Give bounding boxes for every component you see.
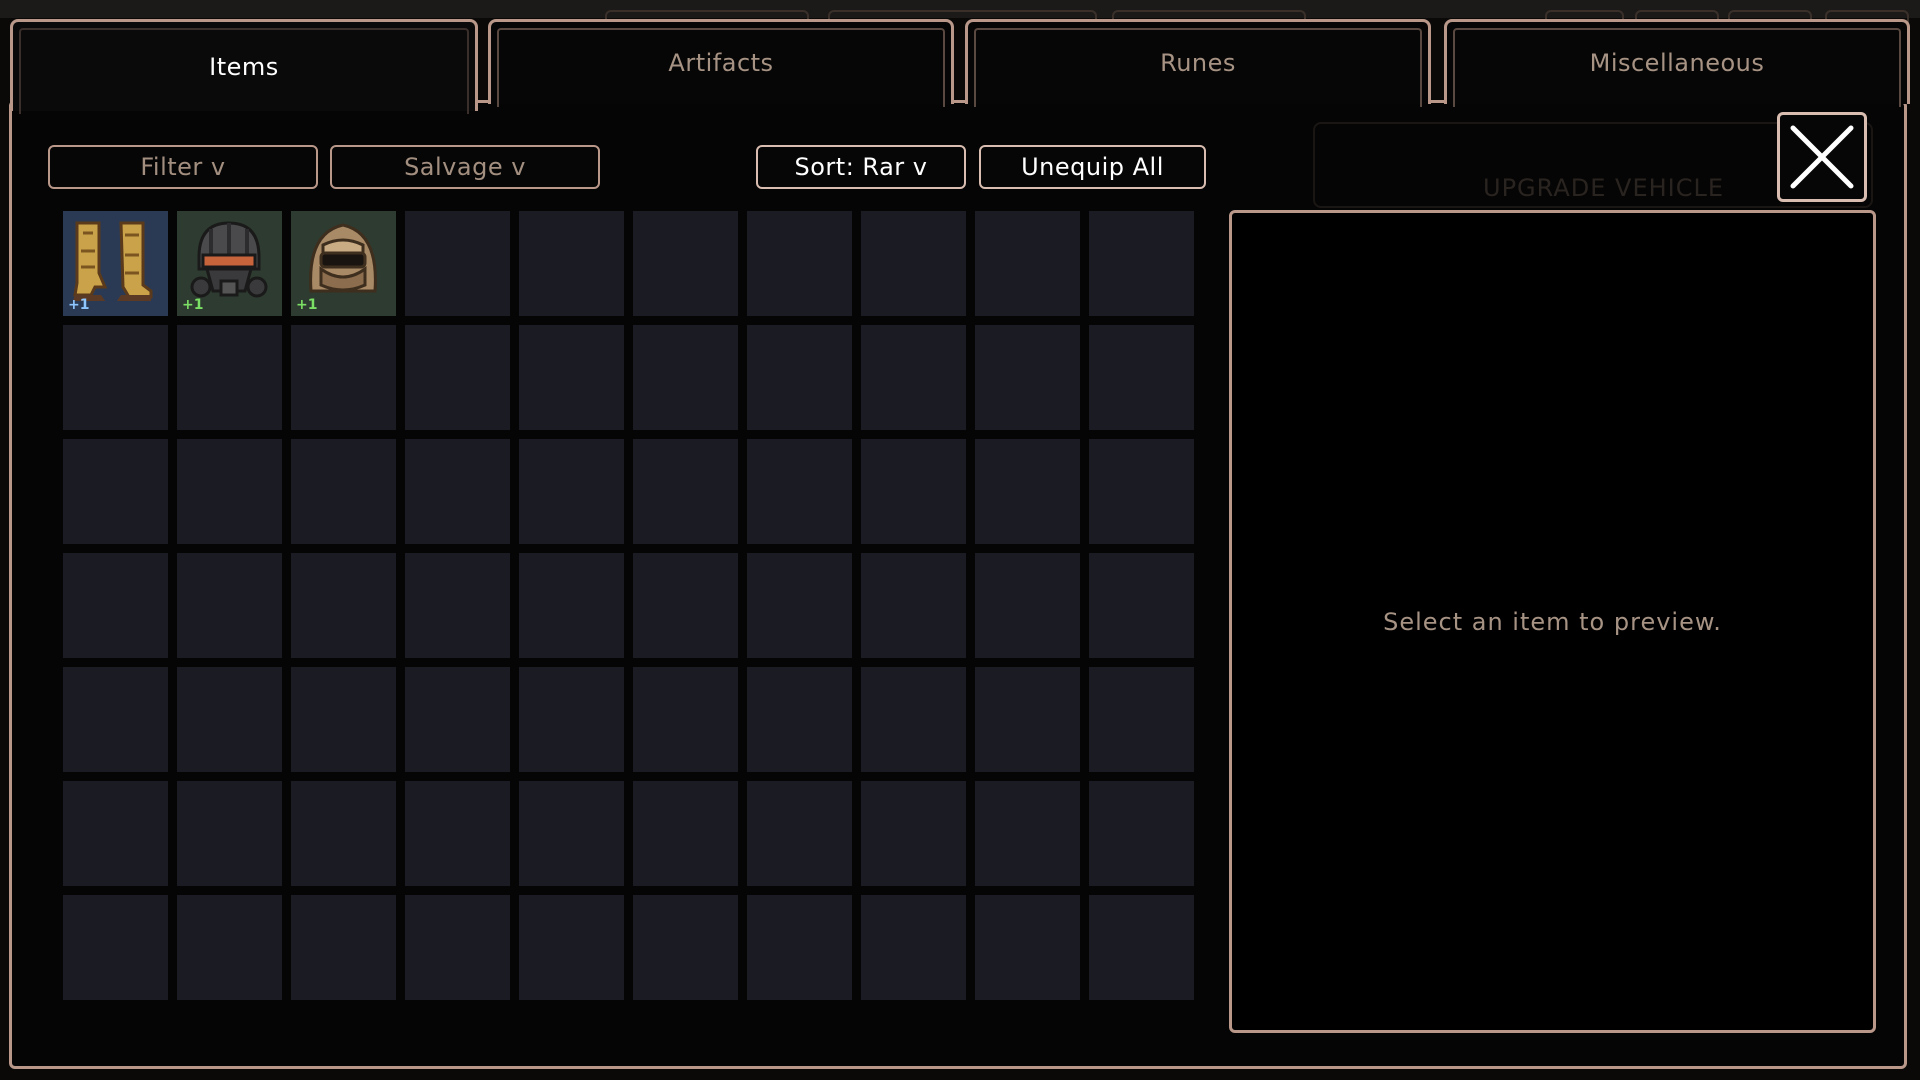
- filter-dropdown[interactable]: Filter v: [48, 145, 318, 189]
- empty-inventory-slot[interactable]: [861, 781, 966, 886]
- empty-inventory-slot[interactable]: [291, 781, 396, 886]
- close-icon: [1790, 125, 1854, 189]
- empty-inventory-slot[interactable]: [975, 781, 1080, 886]
- close-button[interactable]: [1777, 112, 1867, 202]
- empty-inventory-slot[interactable]: [975, 553, 1080, 658]
- empty-inventory-slot[interactable]: [405, 553, 510, 658]
- empty-inventory-slot[interactable]: [519, 325, 624, 430]
- empty-inventory-slot[interactable]: [861, 553, 966, 658]
- empty-inventory-slot[interactable]: [975, 439, 1080, 544]
- empty-inventory-slot[interactable]: [177, 895, 282, 1000]
- tab-miscellaneous[interactable]: Miscellaneous: [1444, 19, 1910, 107]
- tab-artifacts[interactable]: Artifacts: [488, 19, 954, 107]
- item-level-badge: +1: [68, 297, 90, 313]
- empty-inventory-slot[interactable]: [633, 667, 738, 772]
- empty-inventory-slot[interactable]: [63, 553, 168, 658]
- empty-inventory-slot[interactable]: [975, 895, 1080, 1000]
- empty-inventory-slot[interactable]: [291, 439, 396, 544]
- tab-label: Miscellaneous: [1589, 49, 1765, 77]
- empty-inventory-slot[interactable]: [1089, 781, 1194, 886]
- item-level-badge: +1: [182, 297, 204, 313]
- empty-inventory-slot[interactable]: [405, 895, 510, 1000]
- empty-inventory-slot[interactable]: [747, 211, 852, 316]
- unequip-label: Unequip All: [1021, 153, 1164, 181]
- empty-inventory-slot[interactable]: [1089, 895, 1194, 1000]
- salvage-dropdown[interactable]: Salvage v: [330, 145, 600, 189]
- empty-inventory-slot[interactable]: [177, 781, 282, 886]
- empty-inventory-slot[interactable]: [975, 211, 1080, 316]
- empty-inventory-slot[interactable]: [519, 211, 624, 316]
- empty-inventory-slot[interactable]: [405, 325, 510, 430]
- empty-inventory-slot[interactable]: [63, 439, 168, 544]
- empty-inventory-slot[interactable]: [747, 895, 852, 1000]
- tab-runes[interactable]: Runes: [965, 19, 1431, 107]
- empty-inventory-slot[interactable]: [291, 325, 396, 430]
- empty-inventory-slot[interactable]: [633, 781, 738, 886]
- empty-inventory-slot[interactable]: [405, 439, 510, 544]
- empty-inventory-slot[interactable]: [405, 781, 510, 886]
- item-preview-panel: Select an item to preview.: [1229, 210, 1876, 1033]
- tab-label: Artifacts: [668, 49, 774, 77]
- empty-inventory-slot[interactable]: [519, 553, 624, 658]
- empty-inventory-slot[interactable]: [633, 439, 738, 544]
- filter-label: Filter v: [140, 153, 226, 181]
- empty-inventory-slot[interactable]: [291, 553, 396, 658]
- empty-inventory-slot[interactable]: [177, 325, 282, 430]
- inventory-item-slot[interactable]: +1: [63, 211, 168, 316]
- salvage-label: Salvage v: [404, 153, 526, 181]
- preview-empty-text: Select an item to preview.: [1383, 607, 1722, 636]
- empty-inventory-slot[interactable]: [861, 667, 966, 772]
- empty-inventory-slot[interactable]: [177, 439, 282, 544]
- empty-inventory-slot[interactable]: [861, 895, 966, 1000]
- empty-inventory-slot[interactable]: [633, 895, 738, 1000]
- empty-inventory-slot[interactable]: [861, 325, 966, 430]
- empty-inventory-slot[interactable]: [63, 781, 168, 886]
- empty-inventory-slot[interactable]: [861, 211, 966, 316]
- empty-inventory-slot[interactable]: [1089, 553, 1194, 658]
- empty-inventory-slot[interactable]: [1089, 667, 1194, 772]
- unequip-all-button[interactable]: Unequip All: [979, 145, 1206, 189]
- inventory-item-slot[interactable]: +1: [291, 211, 396, 316]
- empty-inventory-slot[interactable]: [633, 325, 738, 430]
- upgrade-vehicle-label: UPGRADE VEHICLE: [1483, 174, 1725, 202]
- empty-inventory-slot[interactable]: [405, 211, 510, 316]
- tab-items[interactable]: Items: [10, 19, 478, 114]
- inventory-item-slot[interactable]: +1: [177, 211, 282, 316]
- empty-inventory-slot[interactable]: [291, 667, 396, 772]
- empty-inventory-slot[interactable]: [519, 781, 624, 886]
- empty-inventory-slot[interactable]: [177, 553, 282, 658]
- empty-inventory-slot[interactable]: [1089, 439, 1194, 544]
- inventory-grid: +1 +1 +1: [63, 211, 1194, 1000]
- empty-inventory-slot[interactable]: [291, 895, 396, 1000]
- tab-label: Runes: [1160, 49, 1236, 77]
- sort-label: Sort: Rar v: [794, 153, 928, 181]
- item-level-badge: +1: [296, 297, 318, 313]
- empty-inventory-slot[interactable]: [405, 667, 510, 772]
- empty-inventory-slot[interactable]: [633, 553, 738, 658]
- empty-inventory-slot[interactable]: [975, 325, 1080, 430]
- empty-inventory-slot[interactable]: [747, 325, 852, 430]
- empty-inventory-slot[interactable]: [519, 667, 624, 772]
- empty-inventory-slot[interactable]: [861, 439, 966, 544]
- empty-inventory-slot[interactable]: [63, 667, 168, 772]
- empty-inventory-slot[interactable]: [633, 211, 738, 316]
- empty-inventory-slot[interactable]: [63, 895, 168, 1000]
- empty-inventory-slot[interactable]: [519, 895, 624, 1000]
- empty-inventory-slot[interactable]: [1089, 325, 1194, 430]
- empty-inventory-slot[interactable]: [747, 667, 852, 772]
- empty-inventory-slot[interactable]: [1089, 211, 1194, 316]
- tab-label: Items: [209, 52, 279, 81]
- empty-inventory-slot[interactable]: [63, 325, 168, 430]
- empty-inventory-slot[interactable]: [747, 781, 852, 886]
- empty-inventory-slot[interactable]: [519, 439, 624, 544]
- empty-inventory-slot[interactable]: [747, 439, 852, 544]
- empty-inventory-slot[interactable]: [975, 667, 1080, 772]
- empty-inventory-slot[interactable]: [747, 553, 852, 658]
- empty-inventory-slot[interactable]: [177, 667, 282, 772]
- sort-dropdown[interactable]: Sort: Rar v: [756, 145, 966, 189]
